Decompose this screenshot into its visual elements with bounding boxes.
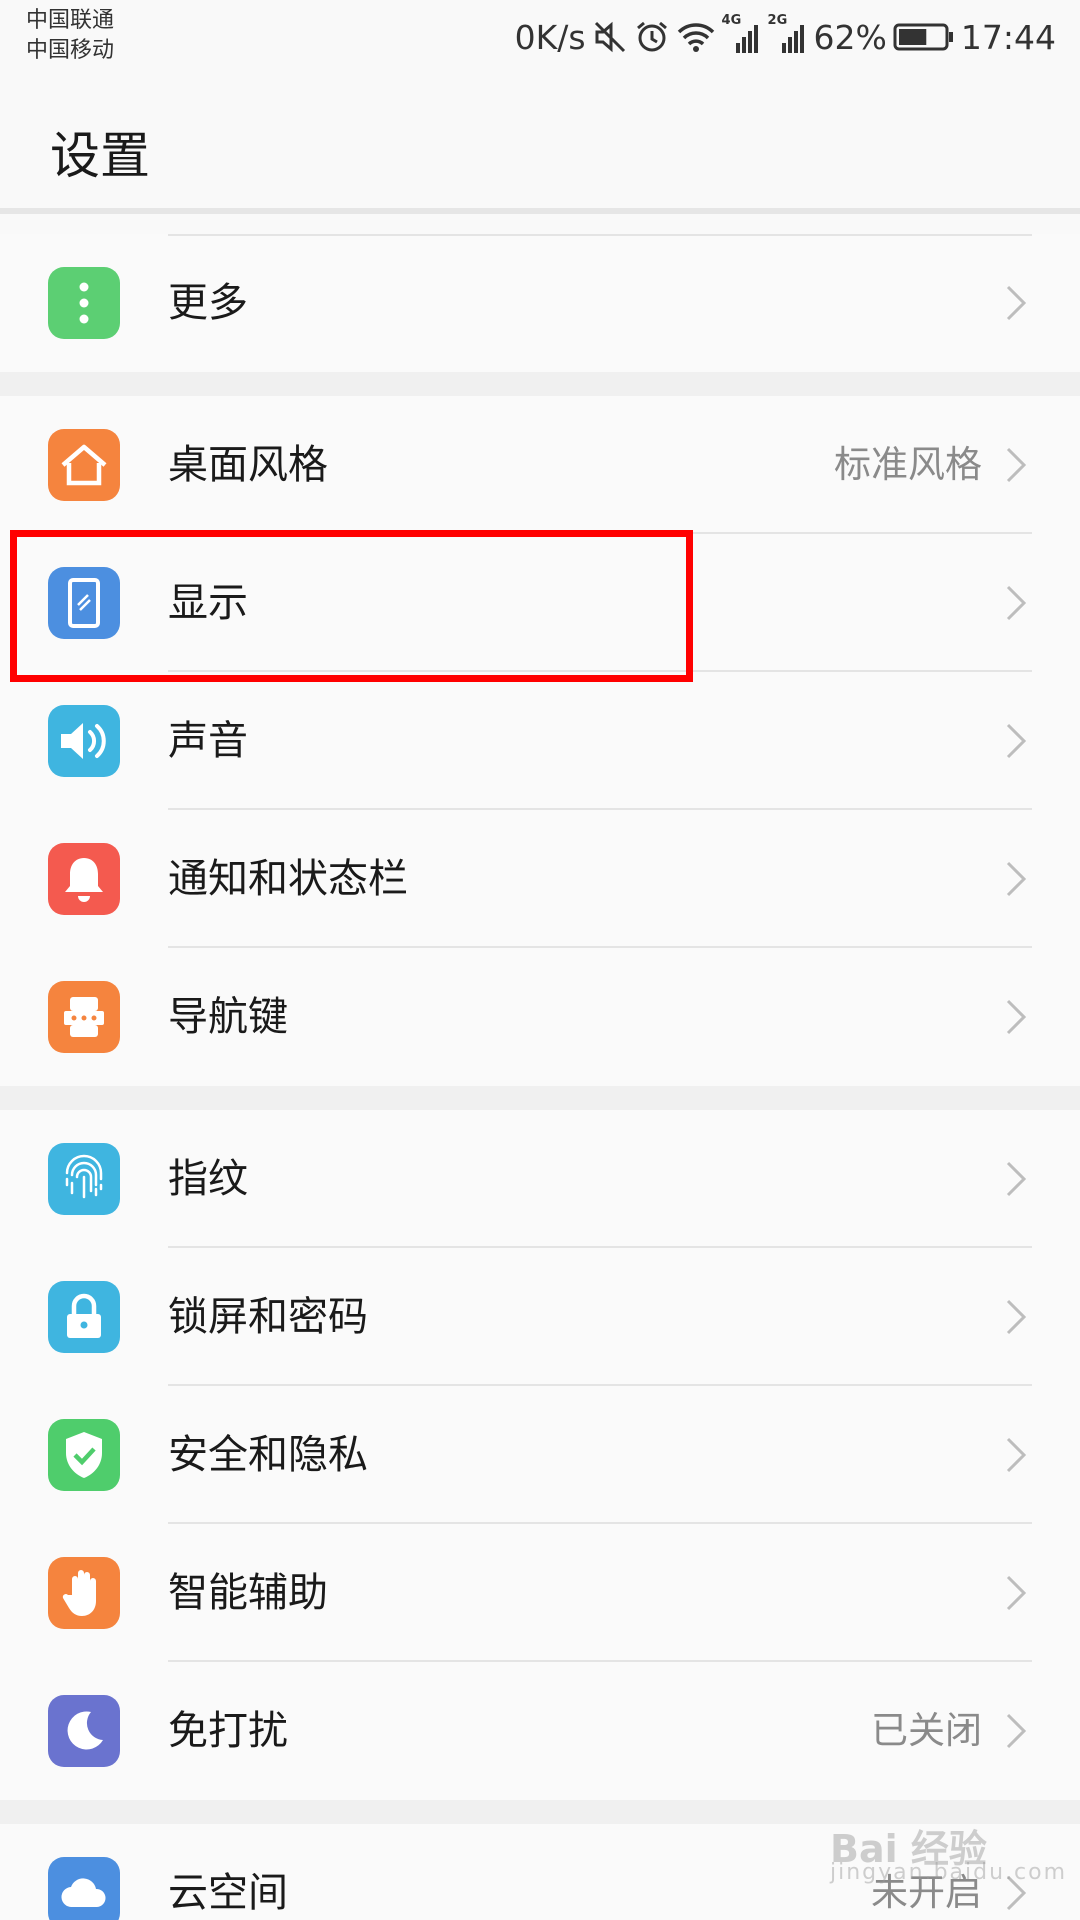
chevron-right-icon: [1006, 1437, 1027, 1473]
settings-item-value: 已关闭: [871, 1709, 982, 1752]
highlight-box: [10, 530, 693, 682]
settings-section-display: 桌面风格 标准风格 显示 声音 通知和状态栏 导航键: [0, 396, 1080, 1086]
status-bar: 中国联通 中国移动 0K/s 4G 2G 62% 17:44: [0, 0, 1080, 74]
clock: 17:44: [960, 17, 1056, 57]
home-icon: [48, 429, 120, 501]
header-divider: [0, 208, 1080, 214]
fingerprint-icon: [48, 1143, 120, 1215]
settings-section-more: 更多: [0, 234, 1080, 372]
header: 设置: [0, 74, 1080, 208]
speaker-icon: [48, 705, 120, 777]
net-2g-label: 2G: [767, 13, 788, 28]
net-speed: 0K/s: [514, 17, 586, 57]
chevron-right-icon: [1006, 999, 1027, 1035]
carrier-info: 中国联通 中国移动: [26, 6, 114, 66]
settings-item-label: 安全和隐私: [168, 1432, 368, 1478]
chevron-right-icon: [1006, 447, 1027, 483]
settings-item-navigation-key[interactable]: 导航键: [0, 948, 1080, 1086]
settings-item-do-not-disturb[interactable]: 免打扰 已关闭: [0, 1662, 1080, 1800]
navigation-key-icon: [48, 981, 120, 1053]
settings-item-notifications[interactable]: 通知和状态栏: [0, 810, 1080, 948]
watermark-url: jingyan.baidu.com: [830, 1860, 1068, 1885]
chevron-right-icon: [1006, 861, 1027, 897]
chevron-right-icon: [1006, 285, 1027, 321]
settings-item-label: 智能辅助: [168, 1570, 328, 1616]
wifi-icon: [676, 19, 716, 55]
signal-2g-icon: 2G: [768, 13, 808, 55]
settings-item-label: 云空间: [168, 1870, 288, 1916]
moon-icon: [48, 1695, 120, 1767]
hand-icon: [48, 1557, 120, 1629]
status-indicators: 0K/s 4G 2G 62% 17:44: [514, 13, 1056, 60]
settings-item-label: 桌面风格: [168, 442, 328, 488]
settings-item-label: 更多: [168, 280, 248, 326]
chevron-right-icon: [1006, 1299, 1027, 1335]
chevron-right-icon: [1006, 1161, 1027, 1197]
settings-item-label: 导航键: [168, 994, 288, 1040]
settings-item-sound[interactable]: 声音: [0, 672, 1080, 810]
settings-item-lock-screen[interactable]: 锁屏和密码: [0, 1248, 1080, 1386]
chevron-right-icon: [1006, 585, 1027, 621]
bell-icon: [48, 843, 120, 915]
settings-item-label: 通知和状态栏: [168, 856, 408, 902]
settings-item-more[interactable]: 更多: [0, 234, 1080, 372]
lock-icon: [48, 1281, 120, 1353]
settings-section-security: 指纹 锁屏和密码 安全和隐私 智能辅助 免打扰 已关闭: [0, 1110, 1080, 1800]
chevron-right-icon: [1006, 1575, 1027, 1611]
settings-item-smart-assist[interactable]: 智能辅助: [0, 1524, 1080, 1662]
settings-item-label: 声音: [168, 718, 248, 764]
net-4g-label: 4G: [721, 13, 742, 28]
page-title: 设置: [50, 127, 150, 185]
settings-item-security-privacy[interactable]: 安全和隐私: [0, 1386, 1080, 1524]
settings-item-home-style[interactable]: 桌面风格 标准风格: [0, 396, 1080, 534]
shield-check-icon: [48, 1419, 120, 1491]
alarm-icon: [634, 19, 670, 55]
carrier-1: 中国联通: [26, 8, 115, 33]
signal-4g-icon: 4G: [722, 13, 762, 55]
battery-icon: [893, 22, 955, 52]
mute-icon: [592, 19, 628, 55]
battery-percent: 62%: [813, 17, 887, 57]
carrier-2: 中国移动: [26, 38, 115, 63]
settings-item-fingerprint[interactable]: 指纹: [0, 1110, 1080, 1248]
cloud-icon: [48, 1857, 120, 1920]
chevron-right-icon: [1006, 1713, 1027, 1749]
settings-item-value: 标准风格: [834, 443, 982, 486]
section-gap: [0, 1086, 1080, 1110]
settings-item-label: 锁屏和密码: [168, 1294, 368, 1340]
section-gap: [0, 372, 1080, 396]
settings-item-label: 指纹: [168, 1156, 248, 1202]
chevron-right-icon: [1006, 723, 1027, 759]
settings-item-label: 免打扰: [168, 1708, 288, 1754]
battery-fill: [898, 29, 927, 45]
more-dots-icon: [48, 267, 120, 339]
